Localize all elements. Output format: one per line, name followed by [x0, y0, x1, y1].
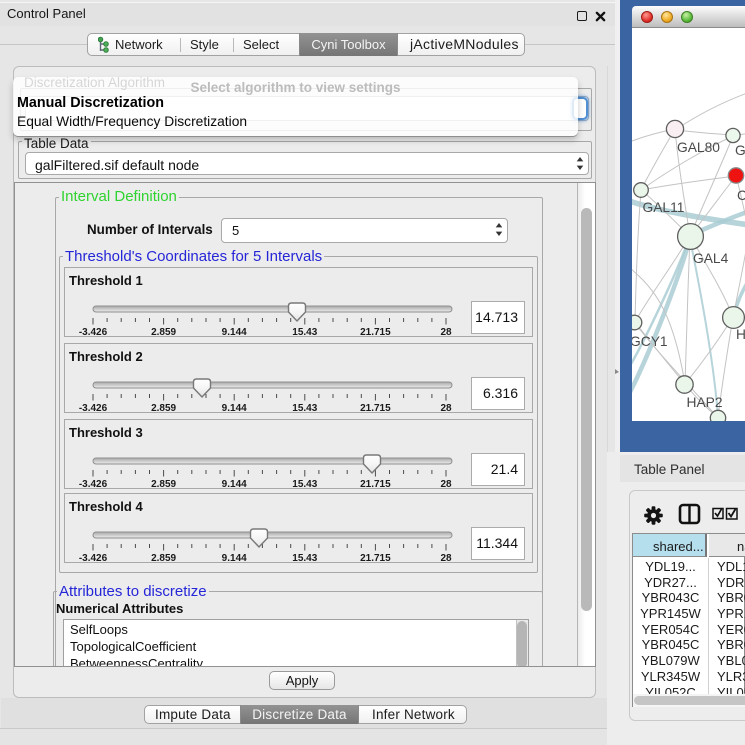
- svg-text:2.859: 2.859: [151, 479, 176, 490]
- svg-text:GAL3: GAL3: [735, 143, 745, 158]
- svg-text:15.43: 15.43: [292, 479, 317, 490]
- svg-text:HAP2: HAP2: [687, 395, 723, 410]
- svg-text:15.43: 15.43: [292, 403, 317, 414]
- svg-text:GAL80: GAL80: [677, 140, 720, 155]
- svg-text:28: 28: [440, 479, 452, 490]
- svg-text:15.43: 15.43: [292, 553, 317, 564]
- svg-text:2.859: 2.859: [151, 553, 176, 564]
- svg-text:GAL11: GAL11: [643, 200, 685, 215]
- svg-text:GAL4: GAL4: [693, 251, 729, 266]
- svg-text:HIS4: HIS4: [736, 327, 745, 342]
- svg-text:28: 28: [440, 553, 452, 564]
- svg-text:2.859: 2.859: [151, 327, 176, 338]
- svg-text:-3.426: -3.426: [79, 327, 108, 338]
- svg-text:21.715: 21.715: [360, 327, 391, 338]
- svg-text:-3.426: -3.426: [79, 553, 108, 564]
- svg-text:28: 28: [440, 403, 452, 414]
- svg-text:-3.426: -3.426: [79, 403, 108, 414]
- svg-text:9.144: 9.144: [222, 479, 247, 490]
- svg-text:GCY1: GCY1: [632, 334, 668, 349]
- svg-text:-3.426: -3.426: [79, 479, 108, 490]
- svg-text:21.715: 21.715: [360, 479, 391, 490]
- svg-text:21.715: 21.715: [360, 403, 391, 414]
- svg-text:15.43: 15.43: [292, 327, 317, 338]
- svg-text:2.859: 2.859: [151, 403, 176, 414]
- svg-text:28: 28: [440, 327, 452, 338]
- svg-text:9.144: 9.144: [222, 327, 247, 338]
- svg-text:9.144: 9.144: [222, 553, 247, 564]
- svg-text:21.715: 21.715: [360, 553, 391, 564]
- svg-text:9.144: 9.144: [222, 403, 247, 414]
- svg-text:CDC1: CDC1: [737, 188, 745, 203]
